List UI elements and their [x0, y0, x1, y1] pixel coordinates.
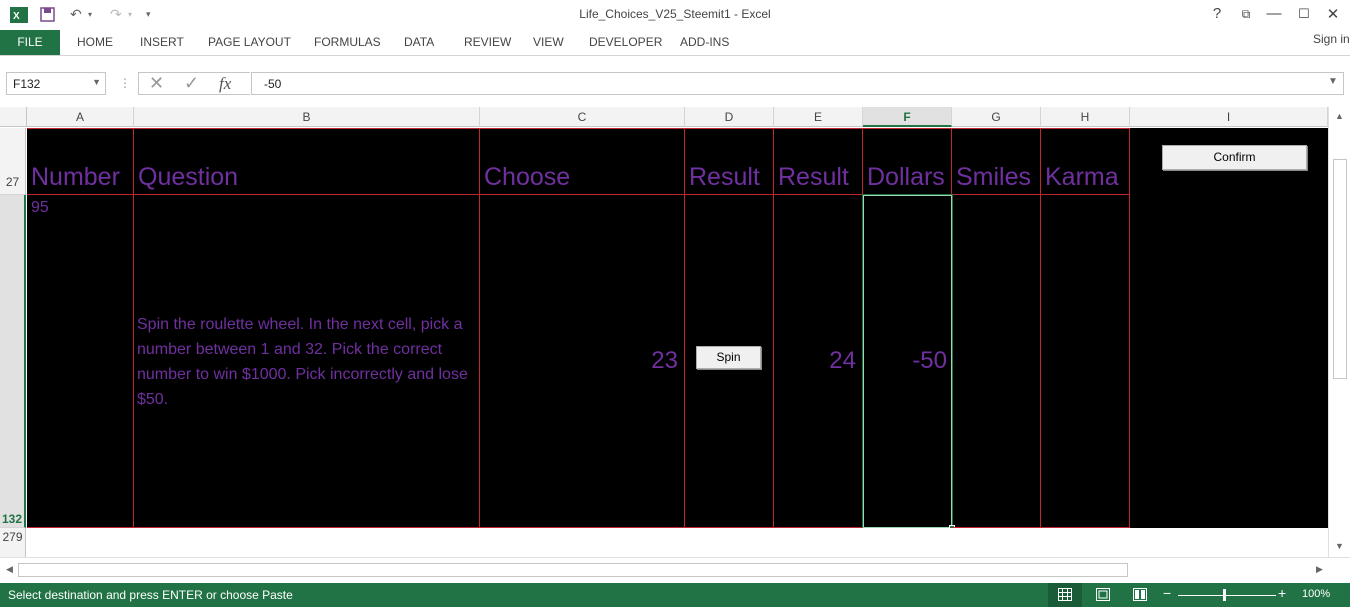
cell-f27[interactable]: Dollars — [863, 128, 952, 195]
tab-review[interactable]: REVIEW — [464, 35, 511, 49]
worksheet-grid: Number Question Choose Result Result Dol… — [27, 128, 1328, 557]
column-header-g[interactable]: G — [952, 107, 1041, 127]
zoom-in-icon[interactable]: + — [1278, 585, 1286, 601]
scroll-down-icon[interactable]: ▼ — [1335, 541, 1344, 551]
close-icon[interactable]: ✕ — [1323, 5, 1343, 23]
column-header-d[interactable]: D — [685, 107, 774, 127]
tab-home[interactable]: HOME — [77, 35, 113, 49]
tab-view[interactable]: VIEW — [533, 35, 564, 49]
page-break-preview-icon[interactable] — [1133, 588, 1147, 601]
header-choose: Choose — [484, 163, 571, 191]
cell-a27[interactable]: Number — [27, 128, 134, 195]
cell-b27[interactable]: Question — [134, 128, 480, 195]
zoom-out-icon[interactable]: − — [1163, 585, 1171, 601]
formula-bar: F132 ▼ ⋮ ✕ ✓ fx -50 ▼ — [0, 56, 1350, 106]
tab-insert[interactable]: INSERT — [140, 35, 184, 49]
name-box[interactable]: F132 ▼ — [6, 72, 106, 95]
spin-button[interactable]: Spin — [696, 346, 761, 369]
row-header-132[interactable]: 132 — [0, 195, 26, 528]
header-dollars: Dollars — [867, 163, 945, 191]
horizontal-scrollbar[interactable]: ◀ ▶ — [0, 557, 1350, 583]
tab-page-layout[interactable]: PAGE LAYOUT — [208, 35, 291, 49]
status-message: Select destination and press ENTER or ch… — [8, 588, 293, 602]
row-header-27[interactable]: 27 — [0, 128, 26, 195]
choose-value: 23 — [651, 347, 678, 374]
header-smiles: Smiles — [956, 163, 1032, 191]
tab-formulas[interactable]: FORMULAS — [314, 35, 381, 49]
zoom-slider-thumb[interactable] — [1223, 589, 1226, 601]
zoom-level[interactable]: 100% — [1302, 588, 1330, 600]
help-icon[interactable]: ? — [1207, 5, 1227, 22]
cell-e27[interactable]: Result — [774, 128, 863, 195]
confirm-button[interactable]: Confirm — [1162, 145, 1307, 170]
column-header-i[interactable]: I — [1130, 107, 1328, 127]
column-header-e[interactable]: E — [774, 107, 863, 127]
scroll-up-icon[interactable]: ▲ — [1335, 111, 1344, 121]
expand-formula-bar-icon[interactable]: ▼ — [1328, 76, 1338, 87]
enter-check-icon[interactable]: ✓ — [184, 73, 199, 94]
cell-a132[interactable]: 95 — [27, 195, 134, 528]
minimize-icon[interactable]: — — [1264, 5, 1284, 22]
ribbon-tabs: FILE HOME INSERT PAGE LAYOUT FORMULAS DA… — [0, 30, 1350, 56]
cancel-entry-icon[interactable]: ✕ — [149, 73, 164, 94]
insert-function-icon[interactable]: fx — [219, 74, 231, 94]
result-value: 24 — [829, 347, 856, 374]
tab-data[interactable]: DATA — [404, 35, 434, 49]
question-text: Spin the roulette wheel. In the next cel… — [137, 316, 468, 408]
cell-c27[interactable]: Choose — [480, 128, 685, 195]
cell-h27[interactable]: Karma — [1041, 128, 1130, 195]
name-box-value: F132 — [13, 77, 41, 91]
window-title: Life_Choices_V25_Steemit1 - Excel — [579, 7, 771, 21]
column-header-a[interactable]: A — [27, 107, 134, 127]
scroll-right-icon[interactable]: ▶ — [1316, 564, 1323, 575]
name-box-dropdown-icon[interactable]: ▼ — [92, 77, 101, 87]
row-header-empty — [0, 548, 26, 557]
status-bar: Select destination and press ENTER or ch… — [0, 583, 1350, 607]
scroll-left-icon[interactable]: ◀ — [6, 564, 13, 575]
tab-developer[interactable]: DEVELOPER — [589, 35, 662, 49]
column-header-c[interactable]: C — [480, 107, 685, 127]
maximize-icon[interactable]: ☐ — [1294, 6, 1314, 22]
header-karma: Karma — [1045, 163, 1119, 191]
row-279[interactable] — [27, 528, 1328, 557]
formula-bar-resize-icon[interactable]: ⋮ — [119, 76, 131, 90]
formula-buttons: ✕ ✓ fx — [138, 72, 250, 95]
table-top-border — [27, 128, 1130, 129]
page-layout-view-icon[interactable] — [1096, 588, 1110, 601]
cell-c132[interactable]: 23 — [480, 195, 685, 528]
cell-g132[interactable] — [952, 195, 1041, 528]
cell-d27[interactable]: Result — [685, 128, 774, 195]
header-result-d: Result — [689, 163, 760, 191]
header-result-e: Result — [778, 163, 849, 191]
ribbon-display-icon[interactable]: ⧉ — [1236, 7, 1256, 22]
select-all-corner[interactable] — [0, 107, 27, 127]
tab-file[interactable]: FILE — [0, 30, 60, 55]
column-header-h[interactable]: H — [1041, 107, 1130, 127]
formula-input[interactable]: -50 — [251, 72, 1344, 95]
column-headers: A B C D E F G H I — [0, 107, 1328, 127]
horizontal-scroll-thumb[interactable] — [18, 563, 1128, 577]
row-header-279[interactable]: 279 — [0, 528, 26, 548]
dollars-value: -50 — [912, 347, 947, 374]
title-bar: X ↶ ▾ ↷ ▾ ▾ Life_Choices_V25_Steemit1 - … — [0, 0, 1350, 30]
cell-e132[interactable]: 24 — [774, 195, 863, 528]
cell-h132[interactable] — [1041, 195, 1130, 528]
number-value: 95 — [31, 199, 49, 216]
cell-g27[interactable]: Smiles — [952, 128, 1041, 195]
column-header-b[interactable]: B — [134, 107, 480, 127]
vertical-scrollbar[interactable]: ▲ ▼ — [1328, 107, 1350, 557]
cell-b132[interactable]: Spin the roulette wheel. In the next cel… — [134, 195, 480, 528]
tab-add-ins[interactable]: ADD-INS — [680, 35, 729, 49]
vertical-scroll-thumb[interactable] — [1333, 159, 1347, 379]
sign-in-link[interactable]: Sign in — [1313, 32, 1350, 46]
column-header-f[interactable]: F — [863, 107, 952, 127]
zoom-slider[interactable] — [1178, 595, 1276, 596]
cell-f132-selected[interactable]: -50 — [862, 194, 955, 531]
header-number: Number — [31, 163, 120, 191]
header-question: Question — [138, 163, 239, 191]
normal-view-icon[interactable] — [1058, 588, 1072, 601]
